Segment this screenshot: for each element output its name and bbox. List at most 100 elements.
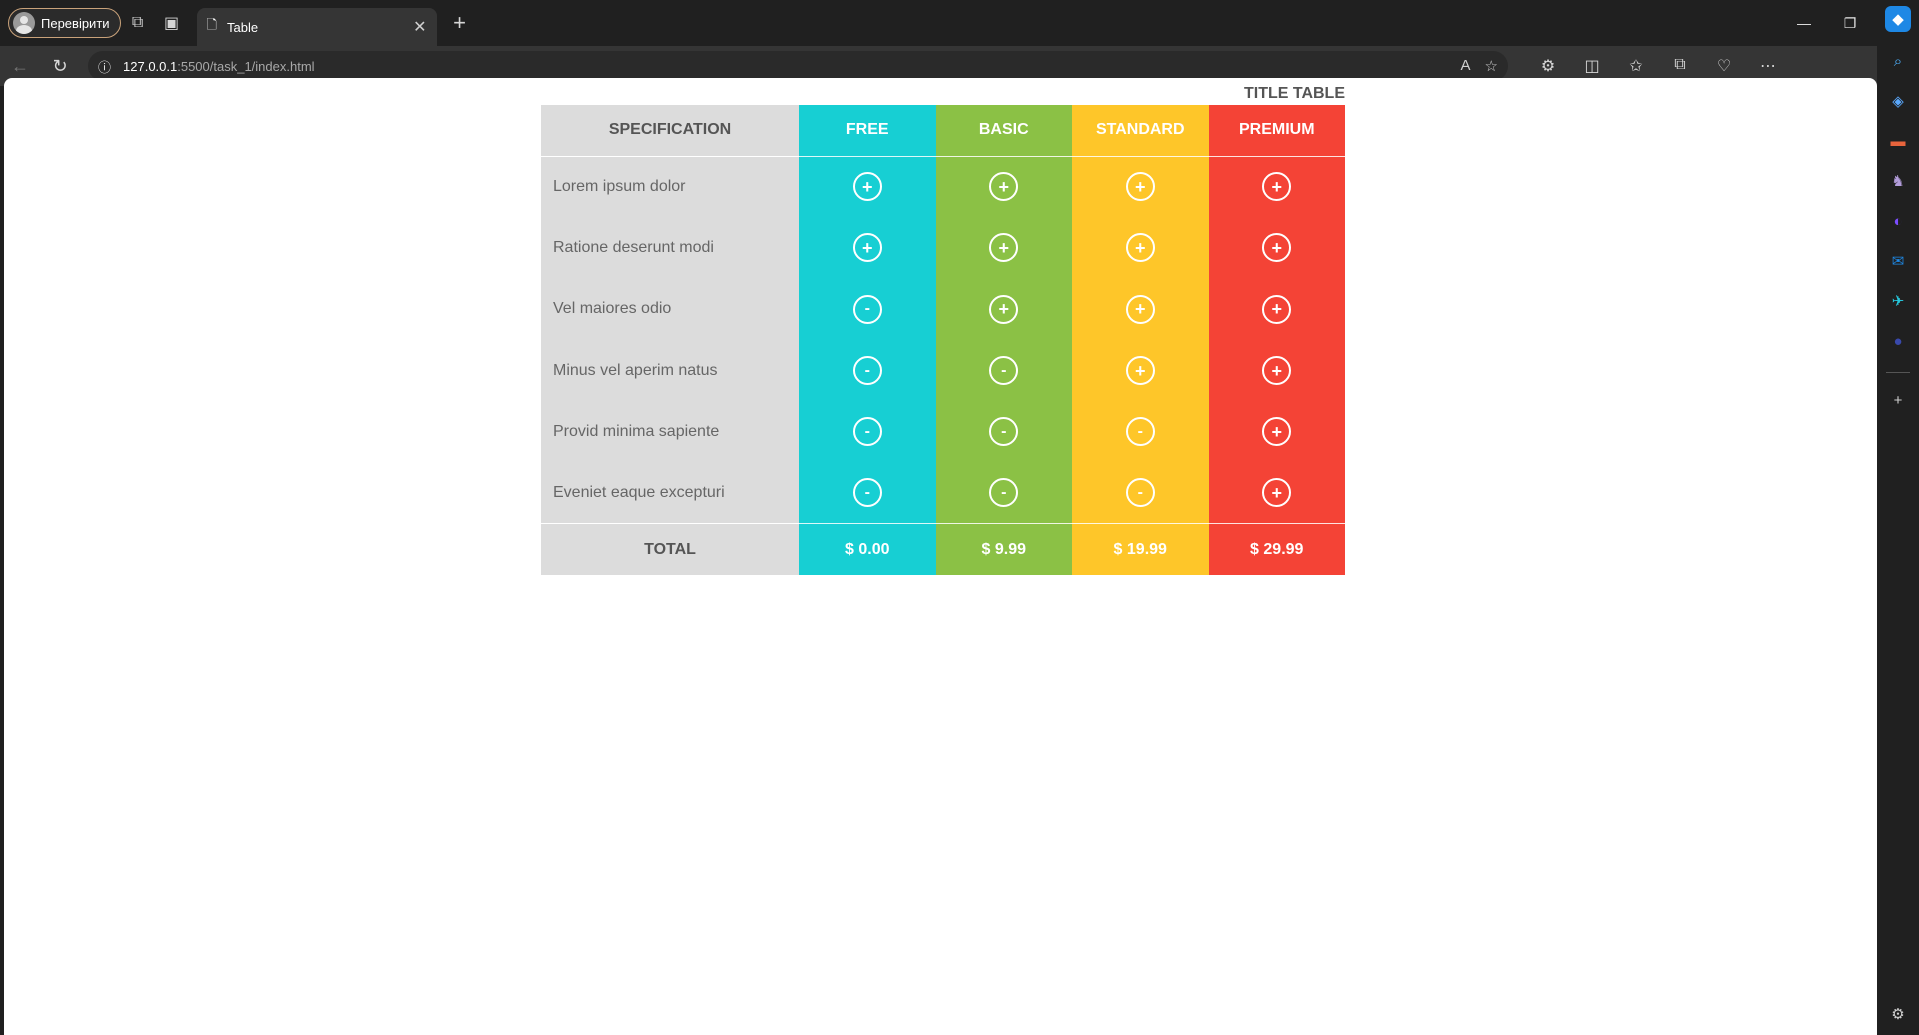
plus-circle-icon: + xyxy=(1262,233,1292,263)
minus-circle-icon: - xyxy=(1125,478,1155,508)
plus-circle-icon: + xyxy=(1125,356,1155,386)
feature-label: Ratione deserunt modi xyxy=(541,217,799,279)
minimize-button[interactable]: — xyxy=(1781,0,1827,46)
feature-cell-free: - xyxy=(799,339,936,402)
collections-icon[interactable]: ⧉ xyxy=(1658,56,1702,76)
feature-cell-premium: + xyxy=(1208,156,1345,218)
feature-cell-free: - xyxy=(799,401,936,463)
total-label: TOTAL xyxy=(541,523,799,575)
feature-cell-premium: + xyxy=(1208,339,1345,402)
sidebar-settings-icon[interactable]: ⚙ xyxy=(1885,1001,1911,1027)
sidebar-divider xyxy=(1886,372,1910,373)
plus-circle-icon: + xyxy=(989,233,1019,263)
favorite-star-icon[interactable]: ☆ xyxy=(1485,57,1498,75)
header-row: SPECIFICATION FREE BASIC STANDARD PREMIU… xyxy=(541,105,1345,157)
new-tab-button[interactable]: + xyxy=(443,10,477,36)
browser-titlebar: Перевірити ⧉ ▣ 🗋 Table ✕ + — ❐ ✕ xyxy=(0,0,1919,46)
spec-header: SPECIFICATION xyxy=(541,105,799,157)
minus-circle-icon: - xyxy=(852,417,882,447)
plan-header-standard: STANDARD xyxy=(1072,105,1209,157)
pricing-table: SPECIFICATION FREE BASIC STANDARD PREMIU… xyxy=(541,105,1345,575)
feature-cell-free: - xyxy=(799,462,936,524)
tab-table[interactable]: 🗋 Table ✕ xyxy=(196,8,437,46)
feature-cell-standard: - xyxy=(1072,401,1209,463)
plan-header-free: FREE xyxy=(799,105,936,157)
plus-circle-icon: + xyxy=(989,294,1019,324)
url-path: :5500/task_1/index.html xyxy=(177,58,315,74)
workspaces-icon[interactable]: ⧉ xyxy=(121,6,155,40)
plus-circle-icon: + xyxy=(852,233,882,263)
tab-title: Table xyxy=(227,19,259,35)
favorites-icon[interactable]: ✩ xyxy=(1614,56,1658,76)
split-screen-icon[interactable]: ◫ xyxy=(1570,56,1614,76)
feature-cell-basic: + xyxy=(935,217,1072,279)
plus-circle-icon: + xyxy=(1125,233,1155,263)
avatar xyxy=(13,12,35,34)
page-viewport: TITLE TABLE SPECIFICATION FREE BASIC STA… xyxy=(4,78,1877,1035)
feature-label: Lorem ipsum dolor xyxy=(541,156,799,218)
table-row: Minus vel aperim natus - - + + xyxy=(541,339,1345,402)
feature-cell-basic: - xyxy=(935,401,1072,463)
table-row: Ratione deserunt modi + + + + xyxy=(541,217,1345,279)
tab-actions-icon[interactable]: ▣ xyxy=(155,6,189,40)
drop-icon[interactable]: ✈ xyxy=(1885,288,1911,314)
minus-circle-icon: - xyxy=(852,478,882,508)
feature-cell-basic: - xyxy=(935,462,1072,524)
plus-circle-icon: + xyxy=(1262,172,1292,202)
minus-circle-icon: - xyxy=(989,478,1019,508)
games-icon[interactable]: ♞ xyxy=(1885,168,1911,194)
app-icon[interactable]: ● xyxy=(1885,328,1911,354)
feature-label: Eveniet eaque excepturi xyxy=(541,462,799,524)
plus-circle-icon: + xyxy=(1262,417,1292,447)
shopping-tag-icon[interactable]: ◈ xyxy=(1885,88,1911,114)
page-title: TITLE TABLE xyxy=(1243,85,1345,102)
browser-sidebar: ◆ ⌕ ◈ ▬ ♞ ◐ ✉ ✈ ● + ⚙ xyxy=(1877,6,1919,1035)
feature-cell-standard: - xyxy=(1072,462,1209,524)
feature-cell-standard: + xyxy=(1072,278,1209,340)
tools-briefcase-icon[interactable]: ▬ xyxy=(1885,128,1911,154)
more-menu-icon[interactable]: ⋯ xyxy=(1746,56,1790,76)
add-sidebar-app-icon[interactable]: + xyxy=(1885,387,1911,413)
total-row: TOTAL $ 0.00 $ 9.99 $ 19.99 $ 29.99 xyxy=(541,523,1345,575)
feature-cell-premium: + xyxy=(1208,462,1345,524)
minus-circle-icon: - xyxy=(989,356,1019,386)
performance-icon[interactable]: ♡ xyxy=(1702,56,1746,76)
search-icon[interactable]: ⌕ xyxy=(1885,48,1911,74)
price-premium: $ 29.99 xyxy=(1208,523,1345,575)
plus-circle-icon: + xyxy=(1125,294,1155,324)
plan-header-basic: BASIC xyxy=(935,105,1072,157)
feature-label: Vel maiores odio xyxy=(541,278,799,340)
info-icon[interactable]: ⓘ xyxy=(98,57,111,76)
outlook-icon[interactable]: ✉ xyxy=(1885,248,1911,274)
feature-cell-standard: + xyxy=(1072,339,1209,402)
feature-cell-standard: + xyxy=(1072,217,1209,279)
profile-label: Перевірити xyxy=(41,15,110,31)
table-row: Provid minima sapiente - - - + xyxy=(541,401,1345,463)
url-host: 127.0.0.1 xyxy=(123,58,178,74)
copilot-app-icon[interactable]: ◐ xyxy=(1885,208,1911,234)
profile-button[interactable]: Перевірити xyxy=(8,8,121,38)
feature-cell-standard: + xyxy=(1072,156,1209,218)
table-row: Eveniet eaque excepturi - - - + xyxy=(541,462,1345,524)
plus-circle-icon: + xyxy=(1125,172,1155,202)
feature-cell-premium: + xyxy=(1208,278,1345,340)
minus-circle-icon: - xyxy=(1125,417,1155,447)
feature-cell-premium: + xyxy=(1208,401,1345,463)
minus-circle-icon: - xyxy=(852,356,882,386)
price-basic: $ 9.99 xyxy=(935,523,1072,575)
feature-label: Minus vel aperim natus xyxy=(541,339,799,402)
restore-button[interactable]: ❐ xyxy=(1827,0,1873,46)
table-row: Lorem ipsum dolor + + + + xyxy=(541,156,1345,218)
price-standard: $ 19.99 xyxy=(1072,523,1209,575)
read-aloud-icon[interactable]: A xyxy=(1461,57,1471,75)
extensions-icon[interactable]: ⚙ xyxy=(1526,56,1570,76)
copilot-icon[interactable]: ◆ xyxy=(1885,6,1911,32)
close-tab-icon[interactable]: ✕ xyxy=(413,17,426,37)
url-input[interactable]: ⓘ 127.0.0.1:5500/task_1/index.html A ☆ xyxy=(88,51,1508,81)
plus-circle-icon: + xyxy=(1262,294,1292,324)
plus-circle-icon: + xyxy=(1262,478,1292,508)
plus-circle-icon: + xyxy=(1262,356,1292,386)
feature-cell-basic: + xyxy=(935,278,1072,340)
feature-cell-premium: + xyxy=(1208,217,1345,279)
minus-circle-icon: - xyxy=(852,294,882,324)
